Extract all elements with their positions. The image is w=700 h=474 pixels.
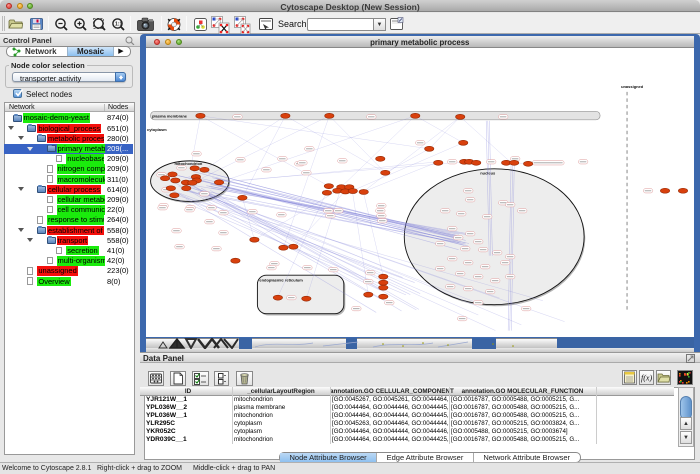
svg-text:cytoplasm: cytoplasm xyxy=(146,126,166,131)
svg-text:mitochondrion: mitochondrion xyxy=(174,160,202,165)
svg-text:unassigned: unassigned xyxy=(621,83,644,88)
svg-text:1:1: 1:1 xyxy=(115,22,122,28)
svg-text:nucleus: nucleus xyxy=(480,170,496,175)
svg-text:endoplasmic reticulum: endoplasmic reticulum xyxy=(259,277,303,282)
svg-text:f(x): f(x) xyxy=(641,374,652,383)
svg-text:plasma membrane: plasma membrane xyxy=(151,113,187,118)
